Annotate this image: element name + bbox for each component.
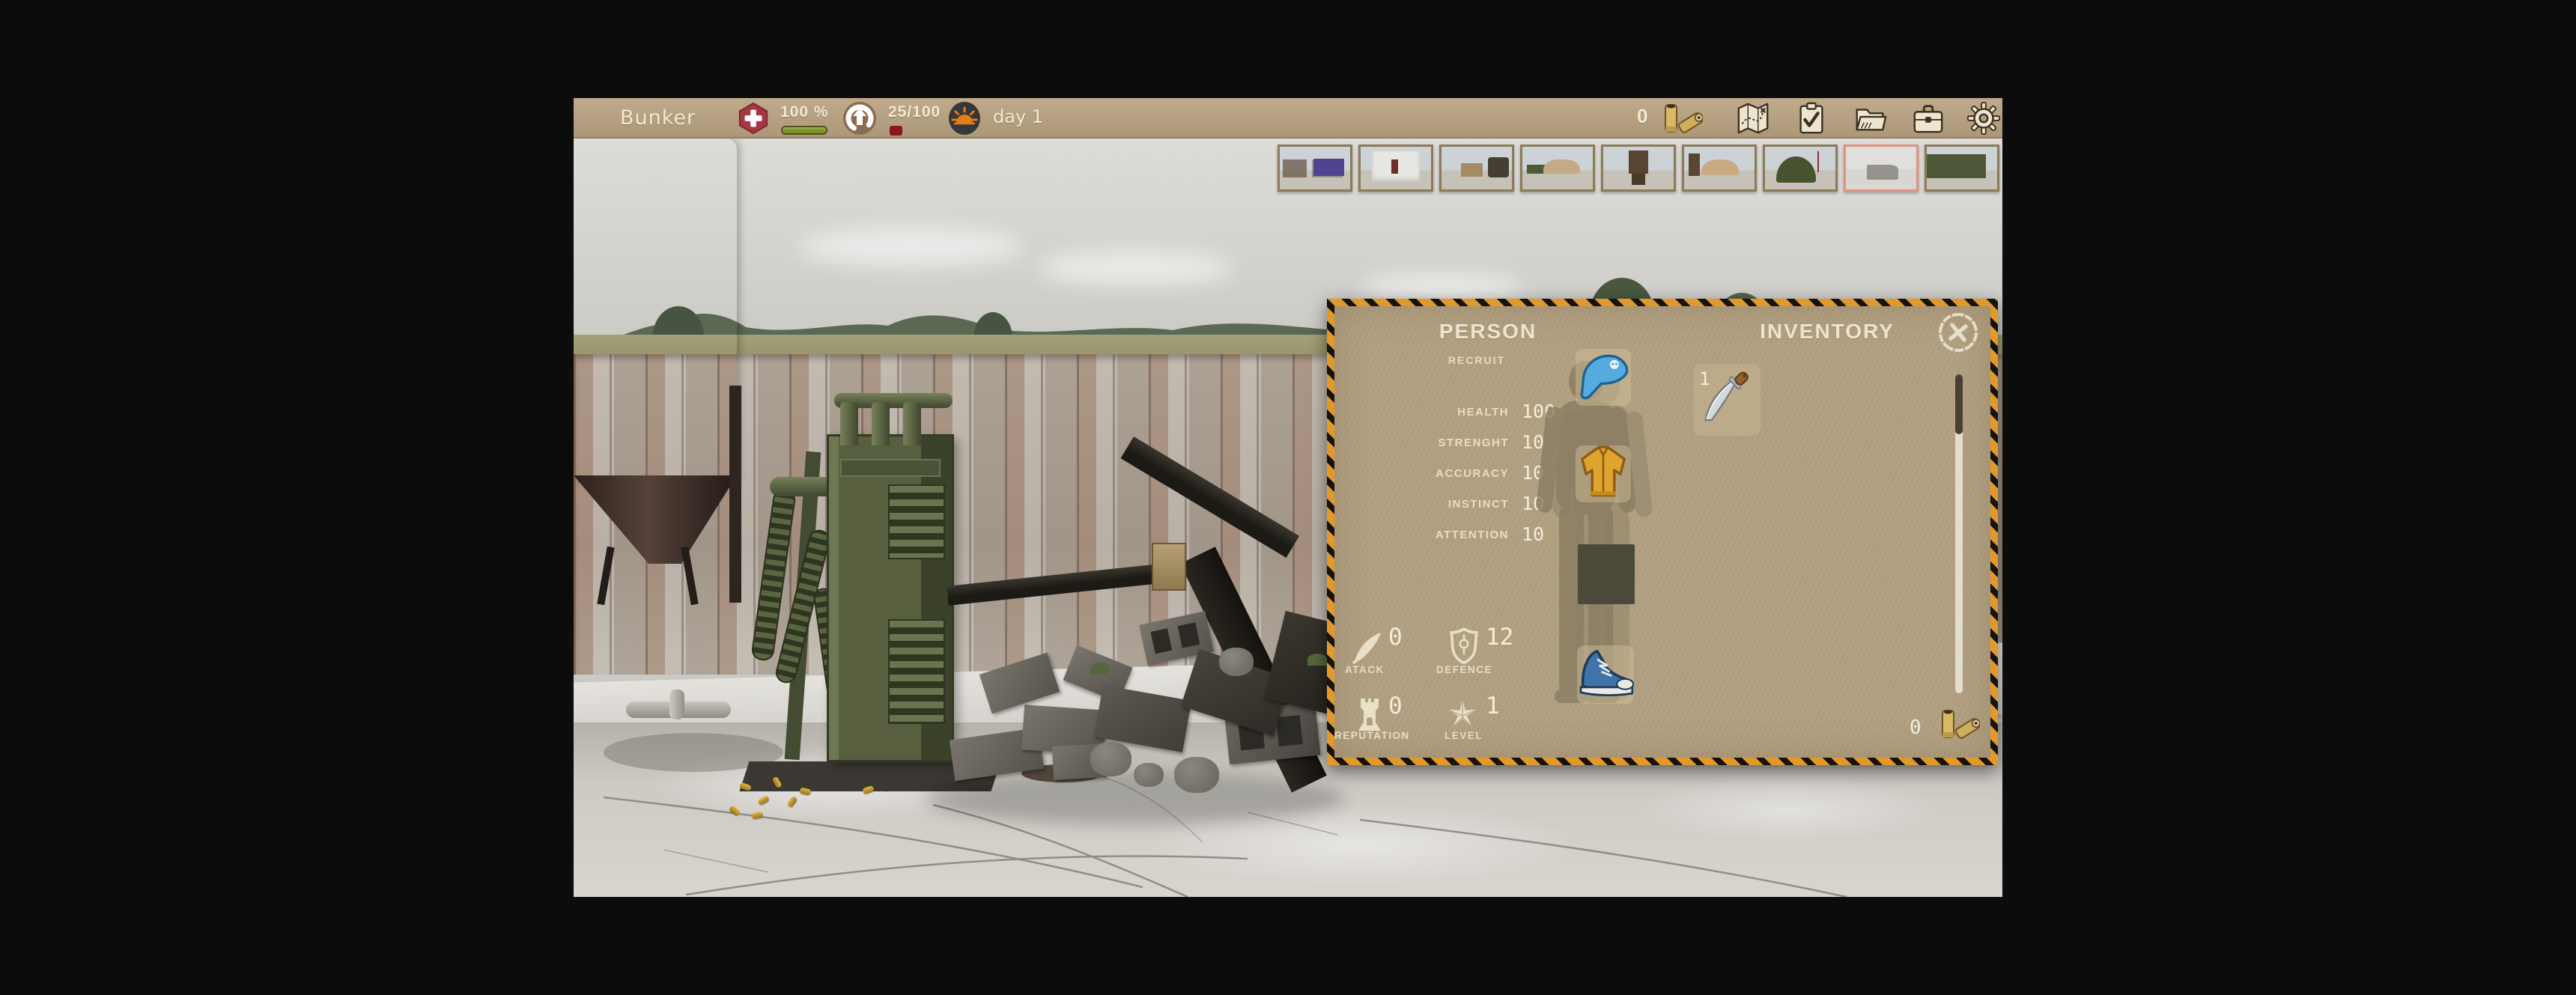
upgrade-progress-value: 25/100 <box>888 103 941 121</box>
tasks-clipboard-icon[interactable] <box>1794 101 1829 136</box>
wooden-crate <box>1152 543 1186 591</box>
rock <box>1090 742 1131 776</box>
equipment-slot-feet[interactable] <box>1577 645 1634 704</box>
location-thumbnail-row <box>1278 144 1999 192</box>
inventory-item-knife[interactable]: 1 <box>1693 364 1761 436</box>
attack-value: 0 <box>1388 624 1403 651</box>
saber-icon <box>1348 628 1384 664</box>
close-icon[interactable] <box>1934 308 1982 356</box>
silo-tank <box>574 139 737 481</box>
upgrade-progress-square <box>890 126 902 136</box>
star-icon <box>1445 697 1480 731</box>
inventory-scrollbar-thumb[interactable] <box>1955 374 1963 434</box>
sneaker-item <box>1573 641 1638 707</box>
health-progressbar <box>781 126 827 135</box>
rock <box>1219 648 1254 676</box>
inventory-ammo-counter: 0 <box>1910 716 1922 739</box>
location-thumbnail[interactable] <box>1601 144 1676 192</box>
rock <box>1134 763 1164 787</box>
machine-radiator <box>888 484 945 559</box>
machine-radiator <box>888 619 945 724</box>
location-thumbnail[interactable] <box>1682 144 1757 192</box>
sun-icon <box>947 100 982 136</box>
equipment-slot-legs-empty[interactable] <box>1578 544 1635 604</box>
machine-stack <box>840 402 858 445</box>
upgrade-arrow-icon <box>842 100 878 136</box>
bullets-icon <box>1936 703 1980 749</box>
defence-label: DEFENCE <box>1436 664 1492 675</box>
game-window: Bunker 100 % 25/100 day 1 0 <box>574 98 2002 897</box>
weed <box>1307 654 1327 666</box>
shield-icon <box>1447 627 1481 664</box>
location-thumbnail[interactable] <box>1278 144 1352 192</box>
defence-value: 12 <box>1486 624 1513 651</box>
stat-label: ATTENTION <box>1334 529 1509 541</box>
rock <box>1174 757 1219 793</box>
stat-label: STRENGHT <box>1334 436 1509 449</box>
stat-label: ACCURACY <box>1334 467 1509 480</box>
health-percent: 100 % <box>780 103 829 121</box>
storage-folder-icon[interactable] <box>1853 101 1887 136</box>
location-thumbnail[interactable] <box>1358 144 1433 192</box>
machine-nameplate <box>840 459 941 477</box>
level-label: LEVEL <box>1445 730 1483 741</box>
map-icon[interactable] <box>1736 101 1770 136</box>
machine-stack <box>903 402 921 445</box>
settings-gear-icon[interactable] <box>1966 101 2001 136</box>
location-thumbnail[interactable] <box>1925 144 1999 192</box>
bullets-icon <box>1659 101 1703 137</box>
location-title: Bunker <box>620 98 696 139</box>
knife-icon <box>1690 364 1763 436</box>
reputation-value: 0 <box>1388 693 1403 719</box>
jacket-item <box>1571 441 1635 505</box>
health-icon <box>737 102 770 135</box>
machine-stack <box>872 402 890 445</box>
tower-icon <box>1352 696 1387 733</box>
stat-label: INSTINCT <box>1334 498 1509 511</box>
location-thumbnail[interactable] <box>1439 144 1514 192</box>
top-status-bar: Bunker 100 % 25/100 day 1 0 <box>574 98 2002 139</box>
equipment-slot-head[interactable] <box>1576 349 1631 406</box>
inventory-scrollbar-track[interactable] <box>1955 374 1963 693</box>
location-thumbnail-selected[interactable] <box>1844 144 1919 192</box>
level-value: 1 <box>1486 693 1500 719</box>
ammo-counter: 0 <box>1637 105 1647 128</box>
stat-label: HEALTH <box>1334 406 1509 419</box>
location-thumbnail[interactable] <box>1520 144 1595 192</box>
inventory-title: INVENTORY <box>1730 320 1925 344</box>
dialog-panel: PERSON INVENTORY RECRUIT HEALTH 100 STRE… <box>1334 306 1990 758</box>
cloud <box>798 228 1023 266</box>
attack-label: ATACK <box>1345 664 1385 675</box>
ground-pipe-elbow <box>669 690 684 719</box>
reputation-label: REPUTATION <box>1334 730 1410 741</box>
person-title: PERSON <box>1379 320 1597 344</box>
person-inventory-dialog: PERSON INVENTORY RECRUIT HEALTH 100 STRE… <box>1327 299 1998 765</box>
equipment-slot-torso[interactable] <box>1576 445 1631 502</box>
briefcase-icon[interactable] <box>1911 101 1945 136</box>
silo-support <box>729 386 741 603</box>
weed <box>1090 663 1110 675</box>
day-counter: day 1 <box>993 106 1043 127</box>
bandana-item <box>1571 344 1635 409</box>
location-thumbnail[interactable] <box>1763 144 1838 192</box>
